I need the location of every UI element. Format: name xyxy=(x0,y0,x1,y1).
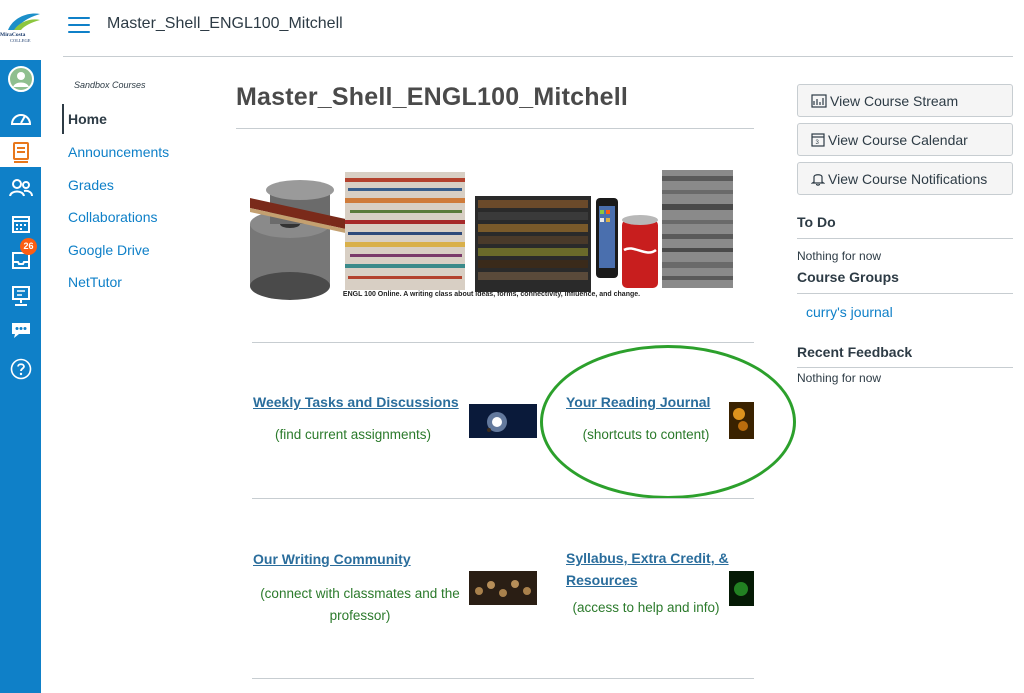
course-banner-image xyxy=(250,170,733,300)
stream-icon xyxy=(811,93,827,108)
courses-nav-item[interactable] xyxy=(0,137,41,167)
view-course-calendar-button[interactable]: 3 View Course Calendar xyxy=(797,123,1013,156)
lightbulb-thumbnail[interactable] xyxy=(469,404,537,438)
calendar-nav-item[interactable] xyxy=(0,209,41,239)
miracosta-logo[interactable]: MiraCosta COLLEGE xyxy=(0,8,41,46)
chat-icon xyxy=(11,323,30,338)
groups-nav-item[interactable] xyxy=(0,173,41,203)
film-reels-graphic xyxy=(250,180,350,300)
view-course-stream-button[interactable]: View Course Stream xyxy=(797,84,1013,117)
header-divider xyxy=(63,56,1013,57)
breadcrumb-course-title[interactable]: Master_Shell_ENGL100_Mitchell xyxy=(107,15,343,33)
course-nav-announcements[interactable]: Announcements xyxy=(62,136,212,168)
group-link[interactable]: curry's journal xyxy=(806,304,893,320)
section-divider xyxy=(252,498,754,499)
candle-thumbnail[interactable] xyxy=(729,402,754,439)
weekly-tasks-subtitle: (find current assignments) xyxy=(274,427,432,442)
syllabus-resources-subtitle: (access to help and info) xyxy=(572,600,720,615)
title-divider xyxy=(236,128,754,129)
studio-nav-item[interactable] xyxy=(0,281,41,311)
view-course-calendar-label: View Course Calendar xyxy=(828,131,968,148)
section-divider xyxy=(252,678,754,679)
course-groups-divider xyxy=(797,293,1013,294)
courses-icon xyxy=(12,142,29,163)
syllabus-resources-link[interactable]: Syllabus, Extra Credit, & Resources xyxy=(566,547,736,591)
smartphone-graphic xyxy=(596,198,618,278)
recent-feedback-divider xyxy=(797,367,1013,368)
weekly-tasks-link[interactable]: Weekly Tasks and Discussions xyxy=(253,394,459,410)
book-stack-graphic xyxy=(662,170,733,288)
todo-empty-text: Nothing for now xyxy=(797,249,882,263)
section-divider xyxy=(252,342,754,343)
recent-feedback-heading: Recent Feedback xyxy=(797,344,913,360)
course-menu-toggle-button[interactable] xyxy=(68,16,90,34)
view-course-stream-label: View Course Stream xyxy=(830,92,959,109)
dashboard-icon xyxy=(10,114,31,125)
account-nav-item[interactable] xyxy=(0,64,41,94)
reading-journal-highlight-annotation xyxy=(540,345,796,499)
view-course-notifications-label: View Course Notifications xyxy=(828,170,988,187)
groups-icon xyxy=(8,179,33,197)
course-nav-google-drive[interactable]: Google Drive xyxy=(62,234,212,266)
course-nav-nettutor[interactable]: NetTutor xyxy=(62,266,212,298)
help-nav-item[interactable] xyxy=(0,354,41,384)
todo-divider xyxy=(797,238,1013,239)
reading-journal-subtitle: (shortcuts to content) xyxy=(582,427,710,442)
svg-text:3: 3 xyxy=(816,140,820,146)
recent-feedback-empty-text: Nothing for now xyxy=(797,371,882,385)
banner-caption: ENGL 100 Online. A writing class about i… xyxy=(342,291,641,298)
course-groups-heading: Course Groups xyxy=(797,269,899,285)
writing-community-subtitle: (connect with classmates and the profess… xyxy=(260,586,460,623)
lightbulbs-thumbnail[interactable] xyxy=(469,571,537,605)
bell-icon xyxy=(811,174,825,186)
green-light-thumbnail[interactable] xyxy=(729,571,754,606)
studio-icon xyxy=(11,286,30,306)
global-navigation: 26 xyxy=(0,60,41,693)
inbox-nav-item[interactable]: 26 xyxy=(0,238,41,274)
writing-community-link[interactable]: Our Writing Community xyxy=(253,551,411,567)
course-nav-collaborations[interactable]: Collaborations xyxy=(62,201,212,233)
help-icon xyxy=(10,358,31,380)
course-navigation: Home Announcements Grades Collaborations… xyxy=(62,104,212,298)
calendar-icon xyxy=(11,216,30,233)
soda-can-graphic xyxy=(622,215,658,288)
todo-heading: To Do xyxy=(797,214,836,230)
view-course-notifications-button[interactable]: View Course Notifications xyxy=(797,162,1013,195)
chat-nav-item[interactable] xyxy=(0,315,41,345)
page-title: Master_Shell_ENGL100_Mitchell xyxy=(236,83,629,111)
svg-text:COLLEGE: COLLEGE xyxy=(10,38,31,43)
account-avatar-icon xyxy=(7,66,34,92)
dvd-stack-graphic xyxy=(475,196,591,292)
course-term-label: Sandbox Courses xyxy=(74,80,146,90)
reading-journal-link[interactable]: Your Reading Journal xyxy=(566,394,710,410)
course-nav-home[interactable]: Home xyxy=(62,104,212,134)
inbox-unread-badge: 26 xyxy=(20,238,37,255)
course-nav-grades[interactable]: Grades xyxy=(62,169,212,201)
calendar-icon: 3 xyxy=(811,133,825,147)
magazine-stack-graphic xyxy=(345,172,465,290)
dashboard-nav-item[interactable] xyxy=(0,103,41,133)
